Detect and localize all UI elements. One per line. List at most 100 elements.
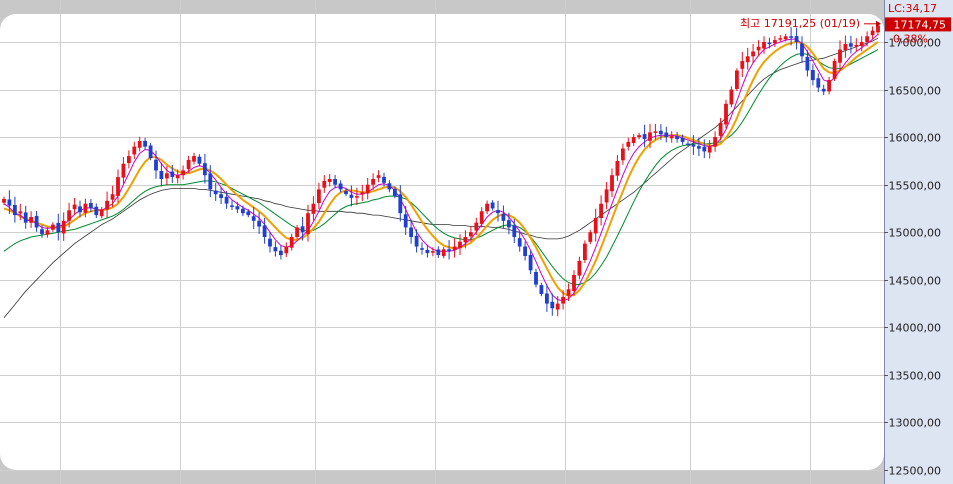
candle-down: [230, 205, 234, 207]
candle-up: [441, 249, 446, 257]
candle-up: [626, 141, 631, 147]
candle-up: [360, 192, 365, 195]
candle-up: [371, 179, 375, 185]
candle-up: [295, 227, 299, 237]
candle-up: [778, 38, 783, 40]
candle-up: [61, 220, 66, 234]
candle-down: [235, 206, 240, 210]
candle-down: [387, 183, 392, 190]
candle-down: [800, 43, 804, 57]
y-tick-label: 13500,00: [889, 370, 942, 383]
ma-mid-line: [3, 40, 879, 297]
candle-up: [67, 210, 71, 221]
candle-up: [72, 204, 77, 210]
candle-down: [398, 194, 403, 214]
candle-down: [246, 211, 251, 216]
candle-up: [566, 289, 571, 296]
candle-down: [34, 215, 39, 228]
candle-up: [599, 203, 603, 218]
last-price-label: 17174,75: [894, 18, 947, 31]
candle-down: [7, 199, 12, 206]
candle-down: [403, 214, 408, 228]
candle-up: [838, 49, 842, 63]
chart-frame: 17000,00 16500,00 16000,00 15500,00 15000,00…: [0, 0, 953, 484]
candle-down: [496, 210, 500, 214]
candle-up: [735, 70, 739, 89]
indicator-label: LC:34,17: [888, 2, 937, 15]
candle-up: [469, 232, 473, 237]
candle-down: [393, 188, 397, 197]
candle-down: [816, 78, 821, 88]
candle-up: [610, 175, 614, 192]
candle-up: [105, 200, 109, 210]
candle-up: [773, 40, 777, 44]
candle-down: [262, 225, 267, 237]
candle-up: [355, 196, 359, 198]
candle-down: [344, 191, 348, 195]
candle-down: [539, 285, 544, 294]
candle-up: [555, 303, 560, 310]
candle-up: [317, 189, 321, 204]
candle-down: [664, 132, 669, 138]
candle-up: [713, 137, 717, 147]
candle-down: [148, 145, 153, 159]
candlesticks: [2, 22, 880, 317]
candle-up: [593, 218, 598, 234]
candle-down: [642, 134, 647, 139]
change-pct-label: 0,38%: [893, 32, 928, 45]
candle-up: [724, 103, 728, 125]
candle-up: [175, 175, 180, 179]
candle-up: [583, 243, 587, 261]
candle-up: [121, 163, 126, 178]
candle-down: [268, 238, 272, 247]
candle-up: [452, 246, 457, 251]
candle-up: [127, 156, 131, 164]
candle-up: [2, 198, 6, 203]
y-tick-label: 16500,00: [889, 85, 942, 98]
candle-up: [588, 232, 593, 242]
candle-down: [447, 249, 451, 252]
candle-down: [512, 225, 517, 237]
candle-up: [870, 30, 875, 36]
candle-up: [865, 36, 869, 42]
candle-up: [604, 189, 609, 203]
candle-down: [251, 216, 256, 221]
candle-up: [729, 89, 734, 105]
candle-down: [159, 171, 164, 179]
candle-down: [89, 203, 93, 209]
candle-down: [517, 238, 522, 247]
candle-down: [56, 222, 61, 233]
ma-long-line: [3, 49, 879, 285]
candle-down: [789, 36, 793, 38]
candle-up: [463, 237, 468, 243]
candle-down: [300, 226, 305, 233]
candle-up: [740, 61, 745, 69]
candle-down: [680, 137, 685, 142]
candle-up: [132, 146, 137, 155]
candle-up: [843, 43, 848, 51]
candle-up: [192, 156, 196, 162]
candle-down: [213, 190, 218, 195]
candle-up: [707, 146, 712, 153]
candle-up: [306, 213, 310, 234]
candle-down: [382, 176, 386, 183]
candle-down: [170, 171, 175, 177]
candle-down: [805, 56, 810, 71]
y-tick-label: 15000,00: [889, 227, 942, 240]
y-tick-label: 12500,00: [889, 465, 942, 478]
candle-up: [289, 237, 294, 248]
candle-down: [523, 246, 527, 256]
candle-up: [479, 211, 484, 224]
y-tick-label: 13000,00: [889, 417, 942, 430]
candle-down: [849, 43, 853, 47]
candle-up: [653, 131, 658, 133]
candle-up: [751, 51, 755, 57]
candle-up: [561, 296, 565, 304]
candle-down: [409, 227, 413, 237]
candle-up: [365, 184, 370, 194]
candle-down: [23, 212, 28, 223]
candle-down: [490, 202, 495, 209]
high-label: 최고 17191,25 (01/19): [740, 17, 860, 30]
candle-down: [425, 249, 430, 254]
candle-down: [545, 293, 549, 304]
